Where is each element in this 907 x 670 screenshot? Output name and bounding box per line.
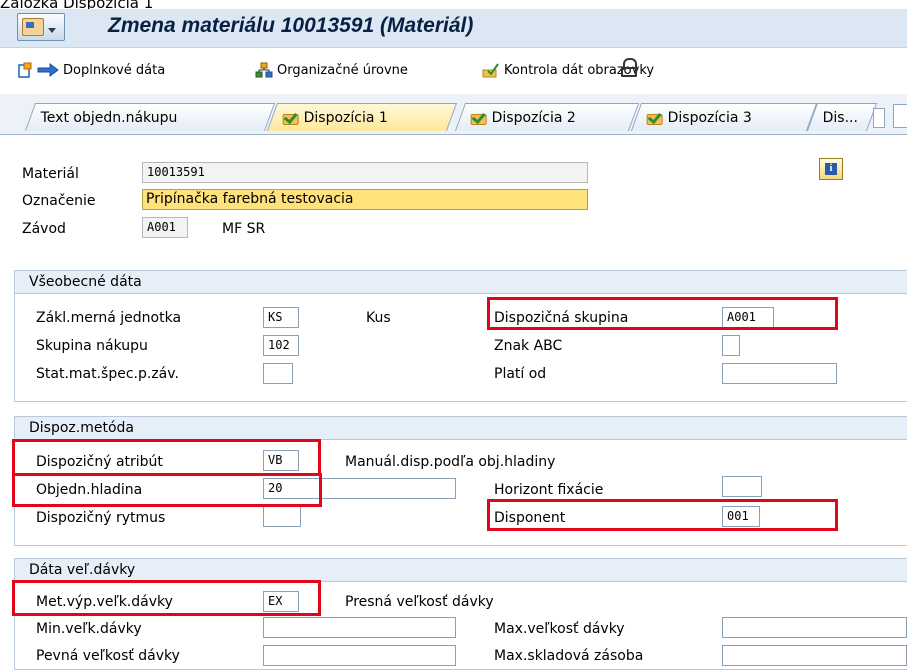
checked-icon [471,111,487,125]
fixing-horizon-label: Horizont fixácie [494,482,604,498]
tab-label: Dispozícia 3 [667,109,753,126]
tab-purchase-order-text[interactable]: Text objedn.nákupu [24,103,276,131]
planning-cycle-label: Dispozičný rytmus [36,510,166,526]
highlight-mrp-controller [487,499,838,531]
tab-mrp-1[interactable]: Dispozícia 1 [266,103,458,131]
lock-icon[interactable] [620,58,638,78]
highlight-mrp-group [487,297,838,330]
checked-icon [647,111,663,125]
valid-from-field[interactable] [722,363,837,384]
checked-icon [283,111,299,125]
tab-mrp-4[interactable]: Dis... [806,103,878,131]
highlight-reorder-point [12,473,322,507]
group-title: Dáta veľ.dávky [15,559,907,582]
plant-status-label: Stat.mat.špec.p.záv. [36,366,179,382]
group-title: Dispoz.metóda [15,417,907,440]
base-uom-text: Kus [366,310,391,326]
system-menu-button[interactable] [17,13,65,41]
abc-indicator-field[interactable] [722,335,740,356]
dropdown-arrow-icon [48,28,56,33]
description-label: Označenie [22,193,96,209]
plant-field[interactable]: A001 [142,217,188,238]
tab-mrp-2[interactable]: Dispozícia 2 [454,103,640,131]
material-field[interactable]: 10013591 [142,162,588,183]
abc-indicator-label: Znak ABC [494,338,563,354]
max-stock-label: Max.skladová zásoba [494,648,644,664]
base-uom-label: Zákl.merná jednotka [36,310,182,326]
extra-data-button[interactable]: Doplnkové dáta [17,62,165,78]
info-button[interactable]: i [819,158,843,180]
purchasing-group-field[interactable]: 102 [263,335,299,356]
material-label: Materiál [22,166,79,182]
highlight-lot-sizing [12,580,321,616]
new-page-icon [18,62,32,78]
tab-label: Dispozícia 1 [303,109,389,126]
org-levels-button[interactable]: Organizačné úrovne [255,62,408,78]
check-data-icon [482,63,499,78]
tab-scroll-button[interactable] [873,108,885,128]
mrp-type-text: Manuál.disp.podľa obj.hladiny [345,454,556,470]
org-structure-icon [255,62,273,78]
menu-icon [22,18,44,36]
highlight-mrp-type [12,439,321,476]
plant-label: Závod [22,221,66,237]
extra-data-label: Doplnkové dáta [63,62,166,78]
tab-label: Text objedn.nákupu [40,109,178,126]
page-title: Zmena materiálu 10013591 (Materiál) [108,14,474,37]
info-icon: i [825,163,837,175]
base-uom-field[interactable]: KS [263,307,299,328]
tab-label: Dispozícia 2 [491,109,577,126]
fixed-lot-size-label: Pevná veľkosť dávky [36,648,180,664]
arrow-right-icon [37,63,59,77]
planning-cycle-field[interactable] [263,506,301,527]
min-lot-size-label: Min.veľk.dávky [36,621,142,637]
description-field[interactable]: Pripínačka farebná testovacia [142,189,588,210]
max-lot-size-label: Max.veľkosť dávky [494,621,625,637]
purchasing-group-label: Skupina nákupu [36,338,148,354]
lot-sizing-procedure-text: Presná veľkosť dávky [345,594,494,610]
valid-from-label: Platí od [494,366,547,382]
plant-status-field[interactable] [263,363,293,384]
org-levels-label: Organizačné úrovne [277,62,408,78]
tab-list-button[interactable] [893,104,907,128]
group-title: Všeobecné dáta [15,271,907,294]
tab-label: Dis... [822,109,859,126]
min-lot-size-field[interactable] [263,617,456,638]
fixing-horizon-field[interactable] [722,476,762,497]
tab-mrp-3[interactable]: Dispozícia 3 [630,103,818,131]
plant-name: MF SR [222,221,266,237]
max-lot-size-field[interactable] [722,617,907,638]
